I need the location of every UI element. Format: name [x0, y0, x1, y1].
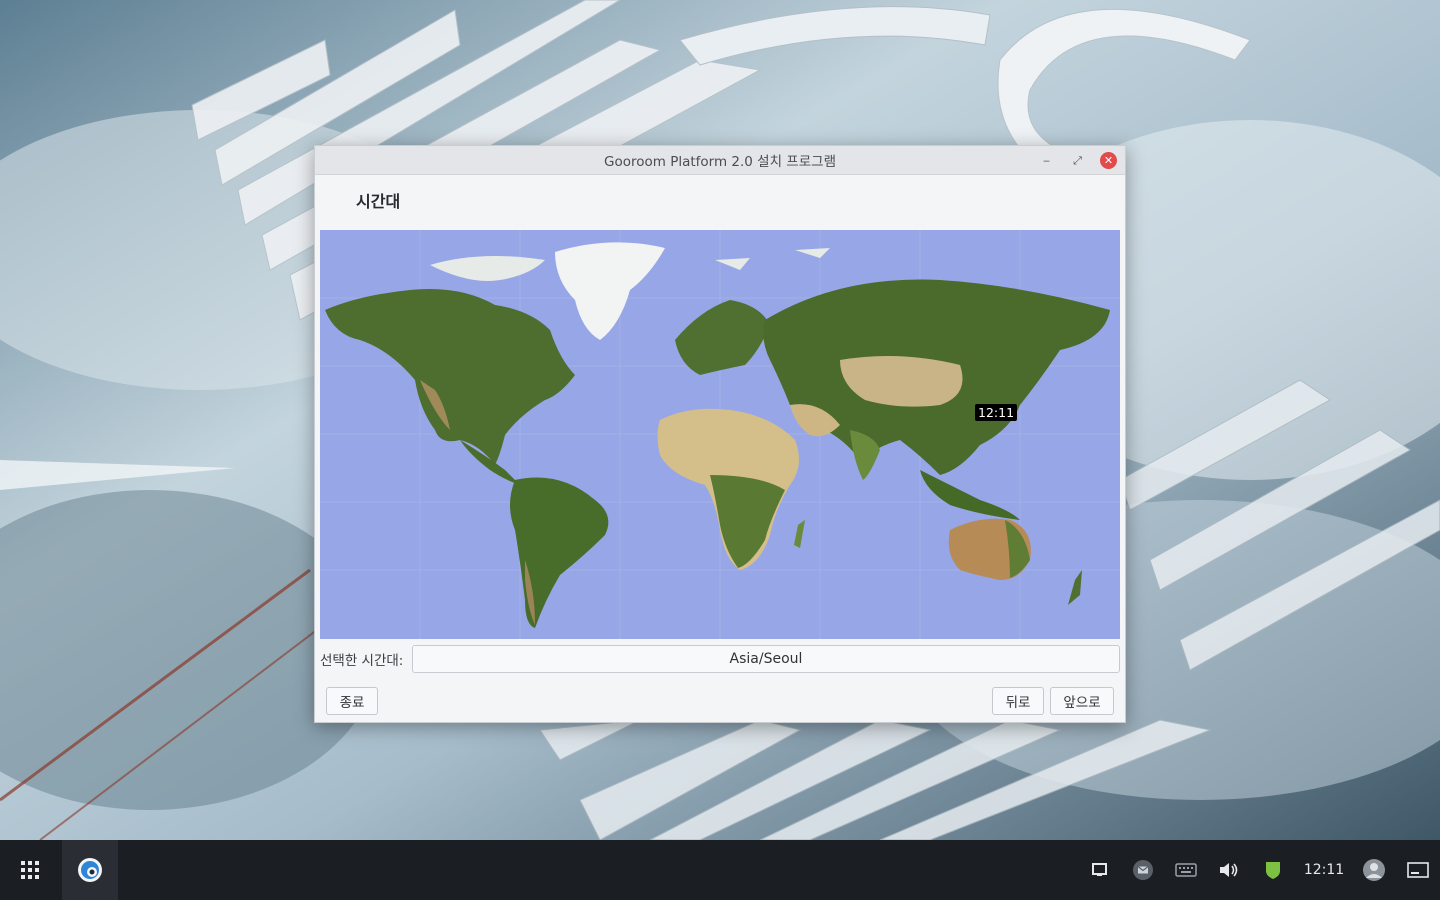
- back-button[interactable]: 뒤로: [992, 687, 1044, 715]
- timezone-label: 선택한 시간대:: [320, 653, 404, 669]
- window-title: Gooroom Platform 2.0 설치 프로그램: [604, 154, 836, 170]
- installer-window: Gooroom Platform 2.0 설치 프로그램 ‒ ⤢ ✕ 시간대 1…: [314, 145, 1126, 723]
- desktop-show-icon[interactable]: [1402, 840, 1434, 900]
- gooroom-browser-icon[interactable]: [62, 840, 118, 900]
- keyboard-icon[interactable]: [1170, 840, 1202, 900]
- window-titlebar[interactable]: Gooroom Platform 2.0 설치 프로그램 ‒ ⤢ ✕: [315, 146, 1125, 175]
- close-icon[interactable]: ✕: [1100, 152, 1117, 169]
- page-title: 시간대: [356, 192, 401, 211]
- next-button[interactable]: 앞으로: [1050, 687, 1114, 715]
- selected-city-time-badge: 12:11: [975, 404, 1018, 421]
- volume-icon[interactable]: [1214, 840, 1244, 900]
- app-grid-icon[interactable]: [10, 840, 50, 900]
- timezone-selection-row: 선택한 시간대: Asia/Seoul: [320, 645, 1120, 673]
- quit-button[interactable]: 종료: [326, 687, 378, 715]
- user-icon[interactable]: [1358, 840, 1390, 900]
- taskbar: 12:11: [0, 840, 1440, 900]
- window-list-icon[interactable]: [1086, 840, 1114, 900]
- clock[interactable]: 12:11: [1298, 840, 1350, 900]
- mail-icon[interactable]: [1128, 840, 1158, 900]
- minimize-icon[interactable]: ‒: [1038, 152, 1055, 169]
- timezone-world-map[interactable]: 12:11: [320, 230, 1120, 639]
- timezone-field[interactable]: Asia/Seoul: [412, 645, 1120, 673]
- security-shield-icon[interactable]: [1260, 840, 1286, 900]
- maximize-icon[interactable]: ⤢: [1069, 152, 1086, 169]
